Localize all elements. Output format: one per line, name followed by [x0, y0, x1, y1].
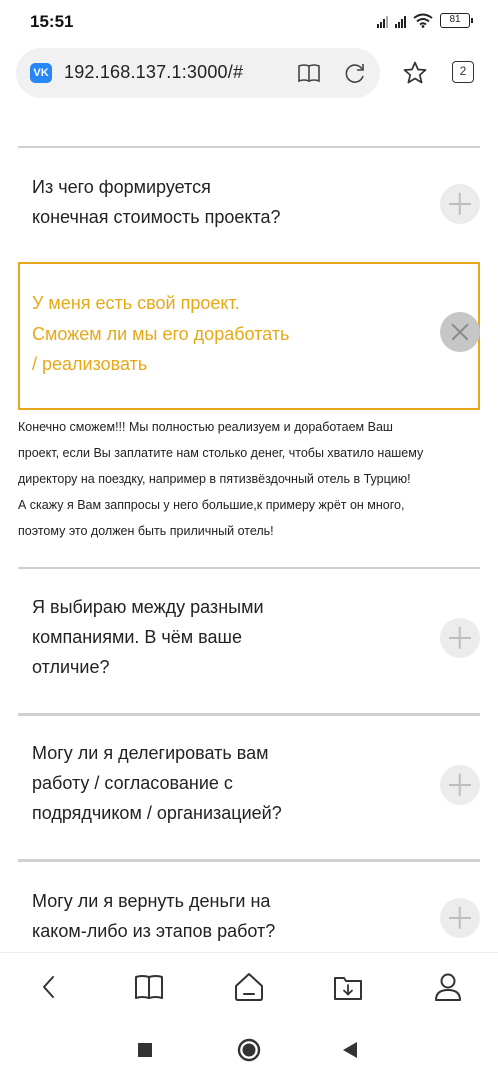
faq-answer: Конечно сможем!!! Мы полностью реализуем…: [18, 420, 424, 538]
signal-icon: [395, 14, 406, 28]
system-nav-bar: [0, 1020, 498, 1080]
bookmarks-book-icon[interactable]: [129, 967, 169, 1007]
browser-bottom-nav: [0, 952, 498, 1020]
expand-plus-icon[interactable]: [440, 765, 480, 805]
faq-question[interactable]: Из чего формируется конечная стоимость п…: [32, 172, 412, 232]
expand-plus-icon[interactable]: [440, 184, 480, 224]
downloads-icon[interactable]: [328, 967, 368, 1007]
url-text[interactable]: 192.168.137.1:3000/#: [64, 62, 243, 83]
battery-icon: 81: [440, 13, 473, 28]
site-favicon: VK: [30, 63, 52, 83]
wifi-icon: [413, 13, 433, 28]
status-bar: 15:51 81: [0, 0, 498, 44]
divider: [18, 146, 480, 148]
expand-plus-icon[interactable]: [440, 898, 480, 938]
faq-question[interactable]: Могу ли я вернуть деньги на каком-либо и…: [32, 886, 412, 946]
divider: [18, 859, 480, 862]
faq-item-expanded[interactable]: У меня есть свой проект. Сможем ли мы ег…: [18, 262, 480, 410]
profile-icon[interactable]: [428, 967, 468, 1007]
back-triangle-icon[interactable]: [341, 1040, 359, 1060]
reader-mode-icon[interactable]: [296, 60, 322, 86]
status-icons: 81: [377, 13, 473, 28]
bookmark-star-icon[interactable]: [402, 60, 428, 86]
status-time: 15:51: [30, 12, 74, 31]
signal-icon: [377, 14, 388, 28]
expand-plus-icon[interactable]: [440, 618, 480, 658]
back-arrow-icon[interactable]: [29, 967, 69, 1007]
home-icon[interactable]: [229, 967, 269, 1007]
tabs-icon[interactable]: 2: [452, 61, 474, 83]
faq-question[interactable]: Могу ли я делегировать вам работу / согл…: [32, 738, 412, 828]
divider: [18, 567, 480, 569]
collapse-close-icon[interactable]: [440, 312, 480, 352]
recents-square-icon[interactable]: [137, 1042, 153, 1058]
reload-icon[interactable]: [342, 60, 368, 86]
divider: [18, 713, 480, 716]
faq-question[interactable]: Я выбираю между разными компаниями. В чё…: [32, 592, 412, 682]
home-circle-icon[interactable]: [237, 1038, 261, 1062]
address-bar[interactable]: VK 192.168.137.1:3000/#: [16, 48, 380, 98]
faq-list: Из чего формируется конечная стоимость п…: [0, 110, 498, 950]
faq-question[interactable]: У меня есть свой проект. Сможем ли мы ег…: [32, 288, 412, 380]
